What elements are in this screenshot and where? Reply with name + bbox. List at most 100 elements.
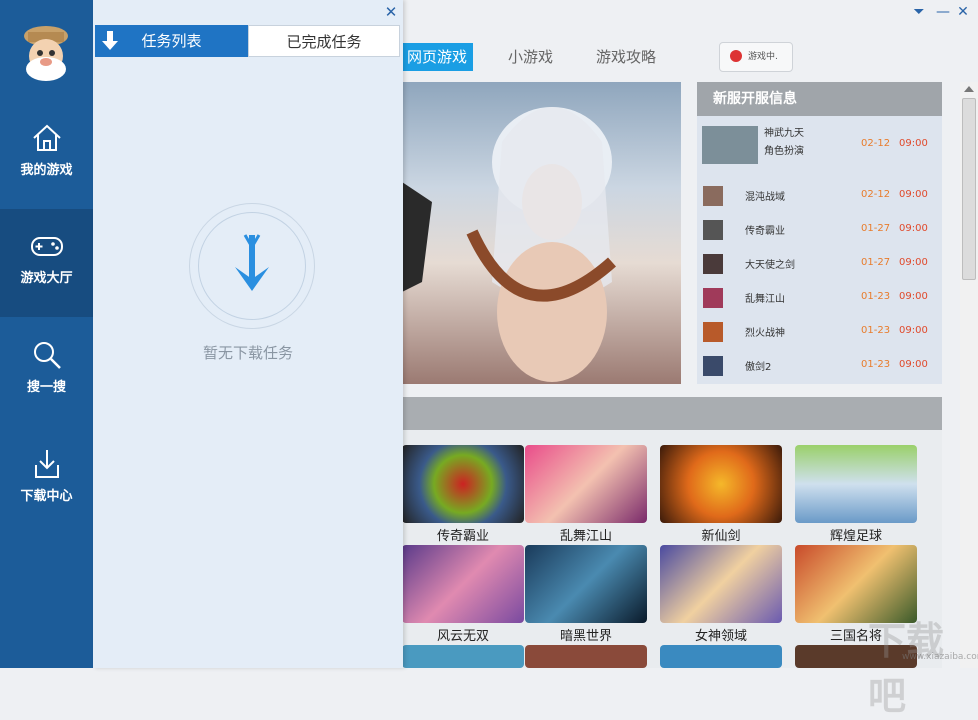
server-name: 神武九天: [764, 128, 804, 139]
game-thumbnail: [703, 356, 723, 376]
game-thumbnail: [795, 445, 917, 523]
list-item[interactable]: 烈火战神 01-23 09:00: [697, 316, 942, 346]
server-time: 09:00: [899, 257, 928, 268]
game-name: 女神领域: [694, 629, 747, 644]
game-name: 辉煌足球: [829, 529, 882, 544]
minimize-icon[interactable]: —: [935, 4, 951, 20]
server-name: 大天使之剑: [745, 260, 795, 271]
game-thumbnail: [703, 254, 723, 274]
server-name: 传奇霸业: [745, 226, 785, 237]
download-icon: [35, 450, 59, 478]
game-card[interactable]: [525, 645, 647, 668]
featured-banner[interactable]: [402, 82, 681, 384]
game-thumbnail: [525, 545, 647, 623]
tab-mini-games[interactable]: 小游戏: [502, 43, 559, 71]
game-card[interactable]: 暗黑世界: [525, 545, 647, 644]
server-time: 09:00: [899, 223, 928, 234]
sidebar-item-download-center[interactable]: 下载中心: [0, 427, 93, 535]
list-item[interactable]: 混沌战域 02-12 09:00: [697, 180, 942, 210]
dropdown-menu-icon[interactable]: ⏷: [911, 4, 927, 20]
sidebar-item-my-games[interactable]: 我的游戏: [0, 101, 93, 209]
list-item[interactable]: 傲剑2 01-23 09:00: [697, 350, 942, 380]
game-name: 乱舞江山: [559, 529, 612, 544]
sidebar: 我的游戏 游戏大厅 搜一搜 下载中心: [0, 0, 93, 668]
watermark-url: www.xiazaiba.com: [902, 652, 978, 662]
sidebar-item-search[interactable]: 搜一搜: [0, 318, 93, 426]
scroll-thumb[interactable]: [962, 98, 976, 280]
new-server-title: 新服开服信息: [697, 82, 942, 116]
game-thumbnail: [525, 645, 647, 668]
game-pin-icon: [730, 50, 742, 62]
game-name: 暗黑世界: [559, 629, 612, 644]
close-window-icon[interactable]: ✕: [955, 4, 971, 20]
list-item[interactable]: 大天使之剑 01-27 09:00: [697, 248, 942, 278]
list-item[interactable]: 神武九天 角色扮演 02-12 09:00: [697, 118, 942, 172]
game-thumbnail: [402, 445, 524, 523]
game-thumbnail: [702, 126, 758, 164]
game-thumbnail: [525, 445, 647, 523]
watermark: 下载吧: [868, 619, 945, 718]
game-thumbnail: [703, 220, 723, 240]
server-time: 09:00: [899, 291, 928, 302]
sidebar-item-label: 下载中心: [20, 489, 73, 504]
game-thumbnail: [660, 445, 782, 523]
server-time: 09:00: [899, 359, 928, 370]
game-thumbnail: [703, 288, 723, 308]
game-name: 风云无双: [436, 629, 489, 644]
server-time: 09:00: [899, 325, 928, 336]
scrollbar[interactable]: [960, 82, 978, 668]
game-grid: 传奇霸业 乱舞江山 新仙剑 辉煌足球 风云无双 暗黑世界 女神领域 三国名将: [402, 430, 942, 668]
game-card[interactable]: 风云无双: [402, 545, 524, 644]
empty-state-graphic: [189, 203, 315, 329]
game-card[interactable]: 乱舞江山: [525, 445, 647, 544]
empty-state-text: 暂无下载任务: [202, 344, 293, 362]
download-arrow-icon: [102, 31, 118, 50]
empty-state-inner-ring: [198, 212, 306, 320]
game-thumbnail: [703, 186, 723, 206]
close-icon[interactable]: ✕: [383, 4, 399, 20]
playing-button-label: 游戏中.: [748, 52, 778, 62]
server-date: 01-23: [861, 359, 891, 370]
game-card[interactable]: [660, 645, 782, 668]
banner-image: [402, 107, 616, 382]
tab-completed-tasks[interactable]: 已完成任务: [248, 25, 400, 57]
tab-web-games[interactable]: 网页游戏: [401, 43, 474, 71]
game-thumbnail: [660, 645, 782, 668]
new-server-panel: 新服开服信息 神武九天 角色扮演 02-12 09:00 混沌战域 02-12 …: [697, 82, 942, 384]
server-date: 01-27: [861, 257, 891, 268]
game-thumbnail: [402, 545, 524, 623]
server-date: 02-12: [861, 189, 891, 200]
sidebar-item-label: 我的游戏: [20, 163, 73, 178]
game-card[interactable]: 辉煌足球: [795, 445, 917, 544]
avatar[interactable]: [14, 22, 78, 84]
list-item[interactable]: 乱舞江山 01-23 09:00: [697, 282, 942, 312]
sidebar-item-game-hall[interactable]: 游戏大厅: [0, 209, 93, 317]
server-name: 傲剑2: [745, 362, 772, 373]
sidebar-item-label: 游戏大厅: [20, 271, 73, 286]
download-arrow-icon: [235, 234, 269, 291]
server-genre: 角色扮演: [764, 146, 804, 157]
server-name: 混沌战域: [745, 192, 785, 203]
server-date: 01-23: [861, 325, 891, 336]
server-time: 09:00: [899, 138, 928, 149]
playing-button[interactable]: 游戏中.: [719, 42, 793, 72]
server-date: 02-12: [861, 138, 891, 149]
sidebar-item-label: 搜一搜: [26, 380, 66, 395]
tab-task-list[interactable]: 任务列表: [95, 25, 248, 57]
server-name: 乱舞江山: [745, 294, 785, 305]
game-thumbnail: [660, 545, 782, 623]
game-card[interactable]: [402, 645, 524, 668]
section-header: [402, 397, 942, 430]
tab-game-guides[interactable]: 游戏攻略: [590, 43, 662, 71]
server-date: 01-23: [861, 291, 891, 302]
tab-task-list-label: 任务列表: [141, 32, 202, 50]
game-thumbnail: [703, 322, 723, 342]
game-card[interactable]: 传奇霸业: [402, 445, 524, 544]
game-card[interactable]: 女神领域: [660, 545, 782, 644]
list-item[interactable]: 传奇霸业 01-27 09:00: [697, 214, 942, 244]
game-card[interactable]: 新仙剑: [660, 445, 782, 544]
scroll-up-icon[interactable]: [964, 86, 974, 92]
search-icon: [34, 342, 61, 369]
game-thumbnail: [402, 645, 524, 668]
server-name: 烈火战神: [745, 328, 785, 339]
